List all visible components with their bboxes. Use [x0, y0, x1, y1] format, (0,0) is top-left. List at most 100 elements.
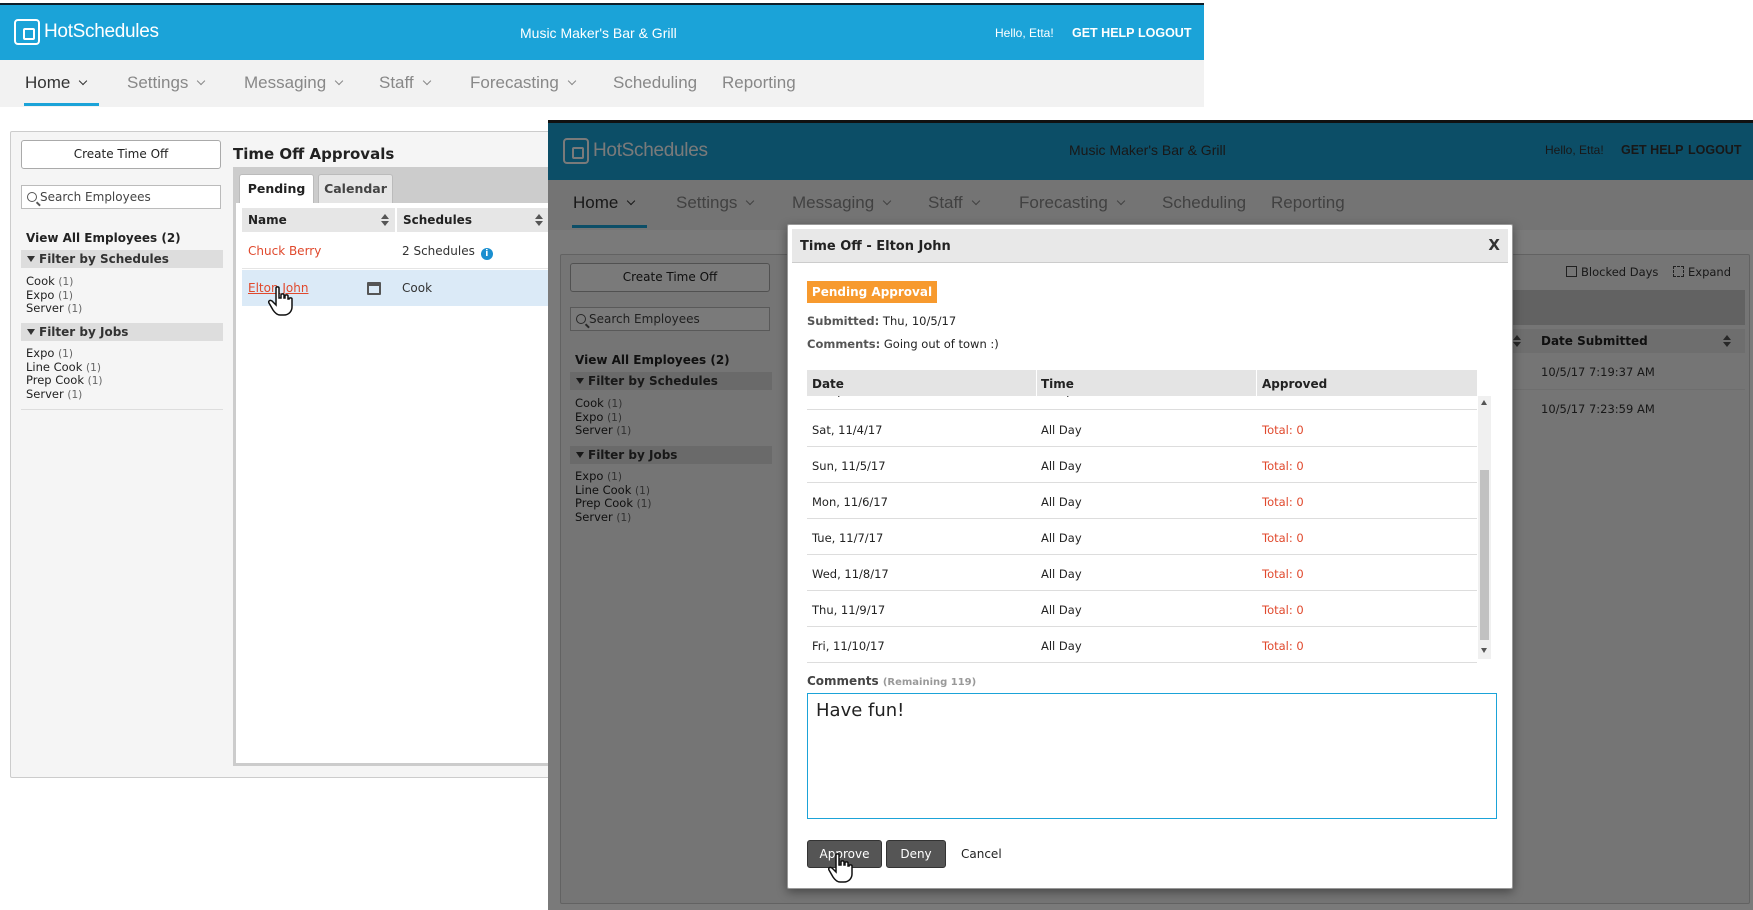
nav-staff[interactable]: Staff: [928, 193, 980, 213]
tab-calendar[interactable]: Calendar: [318, 174, 393, 203]
nav-forecasting[interactable]: Forecasting: [1019, 193, 1126, 213]
deny-button[interactable]: Deny: [886, 840, 946, 868]
nav-forecasting[interactable]: Forecasting: [470, 73, 577, 93]
info-icon[interactable]: i: [480, 248, 493, 260]
scroll-up-icon[interactable]: [1481, 400, 1487, 405]
column-header-date[interactable]: Date: [812, 377, 844, 391]
column-header-schedules[interactable]: Schedules: [397, 208, 550, 232]
nav-staff[interactable]: Staff: [379, 73, 431, 93]
cancel-link[interactable]: Cancel: [961, 847, 1002, 861]
chevron-down-icon: [1116, 196, 1126, 206]
logout-link[interactable]: LOGOUT: [1688, 143, 1741, 157]
triangle-down-icon: [576, 452, 584, 458]
nav-scheduling[interactable]: Scheduling: [1162, 193, 1246, 213]
search-employees-input[interactable]: Search Employees: [21, 185, 221, 209]
filter-item[interactable]: Prep Cook (1): [26, 374, 103, 388]
chevron-down-icon: [746, 196, 755, 206]
tab-pending[interactable]: Pending: [239, 174, 314, 203]
column-label: Name: [248, 213, 287, 227]
blocked-days-button[interactable]: Blocked Days: [1566, 265, 1658, 279]
time-cell: All Day: [1041, 423, 1082, 437]
filter-item[interactable]: Cook (1): [575, 397, 631, 411]
table-row: Wed, 11/8/17 All Day Total: 0: [807, 555, 1477, 591]
approved-total: Total: 0: [1262, 423, 1304, 437]
filter-item[interactable]: Line Cook (1): [26, 360, 103, 375]
table-row: Mon, 11/6/17 All Day Total: 0: [807, 483, 1477, 519]
triangle-down-icon: [576, 378, 584, 384]
column-header-date-submitted[interactable]: Date Submitted: [1483, 329, 1745, 353]
table-row[interactable]: Chuck Berry 2 Schedules i: [242, 233, 550, 269]
time-cell: All Day: [1041, 567, 1082, 581]
nav-settings[interactable]: Settings: [676, 193, 755, 213]
schedules-cell: Cook: [402, 281, 433, 295]
filter-by-jobs-header[interactable]: Filter by Jobs: [21, 323, 223, 341]
column-divider: [1036, 370, 1037, 396]
filter-item[interactable]: Expo (1): [575, 410, 631, 425]
approved-total: Total: 0: [1262, 603, 1304, 617]
triangle-down-icon: [27, 329, 35, 335]
get-help-link[interactable]: GET HELP: [1621, 143, 1684, 157]
view-all-employees-link[interactable]: View All Employees (2): [575, 353, 730, 367]
table-row: Thu, 11/9/17 All Day Total: 0: [807, 591, 1477, 627]
table-row[interactable]: 10/5/17 7:19:37 AM: [1483, 354, 1745, 390]
time-cell: All Day: [1041, 495, 1082, 509]
logo-text: HotSchedules: [593, 140, 708, 161]
nav-messaging[interactable]: Messaging: [244, 73, 344, 93]
scroll-thumb[interactable]: [1480, 470, 1489, 640]
nav-home[interactable]: Home: [25, 73, 88, 93]
top-bar: HotSchedules Music Maker's Bar & Grill H…: [0, 3, 1204, 60]
nav-reporting[interactable]: Reporting: [722, 73, 796, 93]
date-cell: Thu, 11/9/17: [812, 603, 886, 617]
logout-link[interactable]: LOGOUT: [1138, 26, 1191, 40]
filter-item[interactable]: Server (1): [575, 511, 652, 525]
nav-settings[interactable]: Settings: [127, 73, 206, 93]
search-employees-input[interactable]: Search Employees: [570, 307, 770, 331]
filter-item[interactable]: Server (1): [26, 302, 82, 316]
filter-by-schedules-header[interactable]: Filter by Schedules: [570, 372, 772, 390]
filter-by-schedules-header[interactable]: Filter by Schedules: [21, 250, 223, 268]
time-cell: All Day: [1041, 603, 1082, 617]
partial-row: · ·: [807, 396, 1477, 410]
days-scrollbar[interactable]: [1478, 396, 1491, 659]
filter-item[interactable]: Cook (1): [26, 275, 82, 289]
create-time-off-button[interactable]: Create Time Off: [570, 263, 770, 292]
hotschedules-logo[interactable]: HotSchedules: [14, 19, 159, 45]
nav-reporting[interactable]: Reporting: [1271, 193, 1345, 213]
filter-by-jobs-header[interactable]: Filter by Jobs: [570, 446, 772, 464]
create-time-off-button[interactable]: Create Time Off: [21, 140, 221, 169]
nav-scheduling[interactable]: Scheduling: [613, 73, 697, 93]
comment-textarea[interactable]: Have fun!: [807, 693, 1497, 819]
get-help-link[interactable]: GET HELP: [1072, 26, 1135, 40]
search-placeholder: Search Employees: [589, 312, 700, 326]
chevron-down-icon: [627, 196, 636, 206]
hotschedules-logo[interactable]: HotSchedules: [563, 138, 708, 164]
column-header-approved[interactable]: Approved: [1262, 377, 1327, 391]
search-placeholder: Search Employees: [40, 190, 151, 204]
active-tab-indicator: [572, 225, 647, 228]
status-badge: Pending Approval: [807, 281, 937, 303]
expand-button[interactable]: Expand: [1673, 265, 1731, 279]
column-header-time[interactable]: Time: [1041, 377, 1074, 391]
nav-messaging[interactable]: Messaging: [792, 193, 892, 213]
nav-home[interactable]: Home: [573, 193, 636, 213]
filter-item[interactable]: Expo (1): [575, 470, 652, 484]
modal-header: Time Off - Elton John X: [792, 229, 1508, 263]
employee-name-link[interactable]: Chuck Berry: [248, 244, 321, 258]
column-label: Date Submitted: [1541, 334, 1648, 348]
calendar-icon[interactable]: [367, 282, 381, 295]
filter-item[interactable]: Server (1): [26, 388, 103, 402]
filter-item[interactable]: Server (1): [575, 424, 631, 438]
table-row[interactable]: 10/5/17 7:23:59 AM: [1483, 391, 1745, 427]
active-tab-indicator: [24, 103, 99, 106]
filter-item[interactable]: Expo (1): [26, 347, 103, 361]
tabs-bar: [1483, 290, 1745, 325]
filter-item[interactable]: Prep Cook (1): [575, 497, 652, 511]
filter-item[interactable]: Expo (1): [26, 288, 82, 303]
view-all-employees-link[interactable]: View All Employees (2): [26, 231, 181, 245]
column-header-name[interactable]: Name: [242, 208, 395, 232]
chevron-down-icon: [882, 196, 892, 206]
filter-item[interactable]: Line Cook (1): [575, 483, 652, 498]
scroll-down-icon[interactable]: [1481, 648, 1487, 653]
schedules-filter-list: Cook (1) Expo (1) Server (1): [575, 397, 631, 438]
close-icon[interactable]: X: [1488, 236, 1500, 254]
